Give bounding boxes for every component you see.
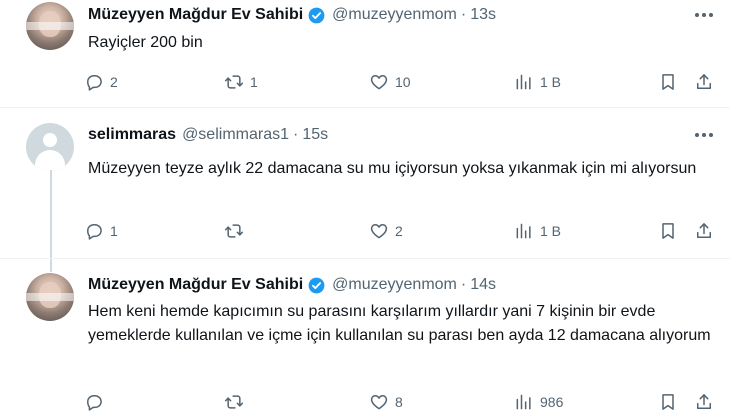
retweet-button[interactable]	[224, 391, 250, 413]
tweet[interactable]: Müzeyyen Mağdur Ev Sahibi @muzeyyenmom ·…	[0, 259, 730, 420]
timestamp[interactable]: 15s	[302, 125, 328, 145]
reply-button[interactable]: 2	[84, 71, 118, 93]
verified-badge-icon	[308, 277, 325, 293]
like-count: 2	[395, 223, 403, 239]
like-button[interactable]: 10	[369, 71, 411, 93]
thread-connector-line	[50, 170, 52, 272]
views-button[interactable]: 986	[514, 391, 563, 413]
like-icon	[369, 392, 389, 412]
avatar-band	[26, 22, 74, 30]
avatar-band	[26, 293, 74, 301]
verified-badge-icon	[308, 7, 325, 23]
separator-dot: ·	[460, 6, 467, 23]
more-icon[interactable]	[692, 125, 716, 145]
reply-icon	[84, 221, 104, 241]
author-name[interactable]: Müzeyyen Mağdur Ev Sahibi	[88, 5, 303, 25]
reply-count: 2	[110, 74, 118, 90]
author-name[interactable]: Müzeyyen Mağdur Ev Sahibi	[88, 275, 303, 295]
bookmark-icon	[658, 392, 678, 412]
separator-dot: ·	[293, 126, 299, 143]
share-button[interactable]	[694, 391, 714, 413]
views-count: 1 B	[540, 223, 562, 239]
tweet-text: Rayiçler 200 bin	[88, 34, 203, 51]
reply-button[interactable]	[84, 391, 110, 413]
views-icon	[514, 221, 534, 241]
author-name[interactable]: selimmaras	[88, 125, 176, 145]
bookmark-button[interactable]	[658, 391, 678, 413]
avatar[interactable]	[26, 123, 74, 171]
tweet-header: Müzeyyen Mağdur Ev Sahibi @muzeyyenmom ·…	[88, 5, 496, 25]
reply-icon	[84, 72, 104, 92]
action-bar: 1 2 1 B	[84, 220, 724, 242]
like-button[interactable]: 2	[369, 220, 403, 242]
avatar[interactable]	[26, 2, 74, 50]
retweet-count: 1	[250, 74, 258, 90]
retweet-button[interactable]	[224, 220, 250, 242]
views-button[interactable]: 1 B	[514, 220, 561, 242]
retweet-icon	[224, 221, 244, 241]
views-button[interactable]: 1 B	[514, 71, 561, 93]
bookmark-icon	[658, 221, 678, 241]
author-handle[interactable]: @muzeyyenmom	[332, 5, 457, 25]
tweet-text: Hem keni hemde kapıcımın su parasını kar…	[88, 303, 711, 344]
action-bar: 2 1 10 1 B	[84, 71, 724, 93]
tweet-header: Müzeyyen Mağdur Ev Sahibi @muzeyyenmom ·…	[88, 275, 496, 295]
reply-count: 1	[110, 223, 118, 239]
like-icon	[369, 72, 389, 92]
tweet[interactable]: selimmaras @selimmaras1 · 15s Müzeyyen t…	[0, 108, 730, 258]
views-icon	[514, 72, 534, 92]
share-icon	[694, 392, 714, 412]
tweet[interactable]: Müzeyyen Mağdur Ev Sahibi @muzeyyenmom ·…	[0, 0, 730, 107]
bookmark-icon	[658, 72, 678, 92]
bookmark-button[interactable]	[658, 220, 678, 242]
like-icon	[369, 221, 389, 241]
views-icon	[514, 392, 534, 412]
views-count: 986	[540, 394, 564, 410]
action-bar: 8 986	[84, 391, 724, 413]
timestamp[interactable]: 13s	[470, 5, 496, 25]
author-handle[interactable]: @muzeyyenmom	[332, 275, 457, 295]
bookmark-button[interactable]	[658, 71, 678, 93]
views-count: 1 B	[540, 74, 562, 90]
more-icon[interactable]	[692, 5, 716, 25]
share-icon	[694, 72, 714, 92]
like-count: 10	[395, 74, 411, 90]
timestamp[interactable]: 14s	[470, 275, 496, 295]
avatar-head	[43, 133, 57, 147]
separator-dot: ·	[460, 276, 467, 293]
author-handle[interactable]: @selimmaras1	[182, 125, 289, 145]
retweet-button[interactable]: 1	[224, 71, 258, 93]
avatar-body	[35, 150, 65, 171]
share-icon	[694, 221, 714, 241]
tweet-header: selimmaras @selimmaras1 · 15s	[88, 125, 328, 145]
reply-button[interactable]: 1	[84, 220, 118, 242]
share-button[interactable]	[694, 220, 714, 242]
avatar[interactable]	[26, 273, 74, 321]
retweet-icon	[224, 392, 244, 412]
reply-icon	[84, 392, 104, 412]
share-button[interactable]	[694, 71, 714, 93]
tweet-text: Müzeyyen teyze aylık 22 damacana su mu i…	[88, 160, 697, 177]
like-button[interactable]: 8	[369, 391, 403, 413]
retweet-icon	[224, 72, 244, 92]
like-count: 8	[395, 394, 403, 410]
